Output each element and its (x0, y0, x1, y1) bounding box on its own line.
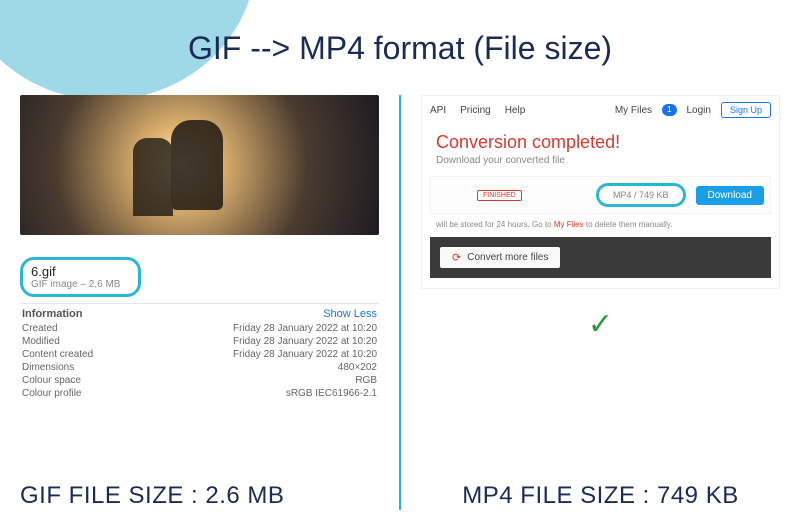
result-row: FINISHED MP4 / 749 KB Download (430, 176, 771, 214)
info-value: Friday 28 January 2022 at 10:20 (233, 349, 377, 360)
info-table: CreatedFriday 28 January 2022 at 10:20Mo… (20, 322, 379, 400)
file-badge: 6.gif GIF image – 2,6 MB (20, 257, 141, 297)
converter-card: API Pricing Help My Files 1 Login Sign U… (421, 95, 780, 289)
info-key: Colour space (22, 375, 81, 386)
info-value: Friday 28 January 2022 at 10:20 (233, 323, 377, 334)
info-value: RGB (355, 375, 377, 386)
download-button[interactable]: Download (696, 186, 764, 205)
storage-note: will be stored for 24 hours. Go to My Fi… (430, 214, 771, 237)
myfiles-link[interactable]: My Files (554, 220, 584, 229)
info-row: Dimensions 480×202 (20, 361, 379, 374)
nav-login[interactable]: Login (687, 105, 711, 116)
info-key: Dimensions (22, 362, 74, 373)
nav-pricing[interactable]: Pricing (460, 105, 491, 116)
file-type-size: GIF image – 2,6 MB (31, 279, 120, 290)
vertical-separator (399, 95, 401, 510)
checkmark-icon: ✓ (421, 307, 780, 342)
show-less-link[interactable]: Show Less (323, 308, 377, 320)
reload-icon: ⟳ (452, 251, 461, 264)
gif-thumbnail (20, 95, 379, 235)
columns: 6.gif GIF image – 2,6 MB Information Sho… (20, 95, 780, 510)
right-panel: API Pricing Help My Files 1 Login Sign U… (421, 95, 780, 510)
converter-nav: API Pricing Help My Files 1 Login Sign U… (430, 102, 771, 118)
info-row: Content created Friday 28 January 2022 at… (20, 348, 379, 361)
conversion-subtitle: Download your converted file (430, 155, 771, 176)
right-caption: MP4 FILE SIZE : 749 KB (421, 468, 780, 510)
convert-more-label: Convert more files (467, 252, 548, 263)
signup-button[interactable]: Sign Up (721, 102, 771, 118)
info-key: Colour profile (22, 388, 81, 399)
info-row: Colour profile sRGB IEC61966-2.1 (20, 387, 379, 400)
info-row: Created Friday 28 January 2022 at 10:20 (20, 322, 379, 335)
storage-note-pre: will be stored for 24 hours. Go to (436, 220, 554, 229)
myfiles-count-badge: 1 (662, 104, 676, 116)
info-value: Friday 28 January 2022 at 10:20 (233, 336, 377, 347)
nav-help[interactable]: Help (505, 105, 526, 116)
result-size-badge: MP4 / 749 KB (596, 183, 686, 207)
finished-badge: FINISHED (477, 190, 522, 201)
storage-note-post: to delete them manually. (584, 220, 673, 229)
info-key: Modified (22, 336, 60, 347)
info-row: Modified Friday 28 January 2022 at 10:20 (20, 335, 379, 348)
info-value: sRGB IEC61966-2.1 (286, 388, 377, 399)
nav-api[interactable]: API (430, 105, 446, 116)
info-key: Content created (22, 349, 93, 360)
page-title: GIF --> MP4 format (File size) (0, 30, 800, 67)
conversion-title: Conversion completed! (430, 130, 771, 155)
dark-bar: ⟳ Convert more files (430, 237, 771, 278)
left-caption: GIF FILE SIZE : 2.6 MB (20, 468, 379, 510)
info-label: Information (22, 308, 83, 320)
nav-myfiles[interactable]: My Files (615, 105, 652, 116)
left-panel: 6.gif GIF image – 2,6 MB Information Sho… (20, 95, 379, 510)
convert-more-button[interactable]: ⟳ Convert more files (440, 247, 560, 268)
info-key: Created (22, 323, 58, 334)
info-row: Colour space RGB (20, 374, 379, 387)
info-header-row: Information Show Less (20, 303, 379, 322)
info-value: 480×202 (338, 362, 377, 373)
filename: 6.gif (31, 264, 120, 279)
